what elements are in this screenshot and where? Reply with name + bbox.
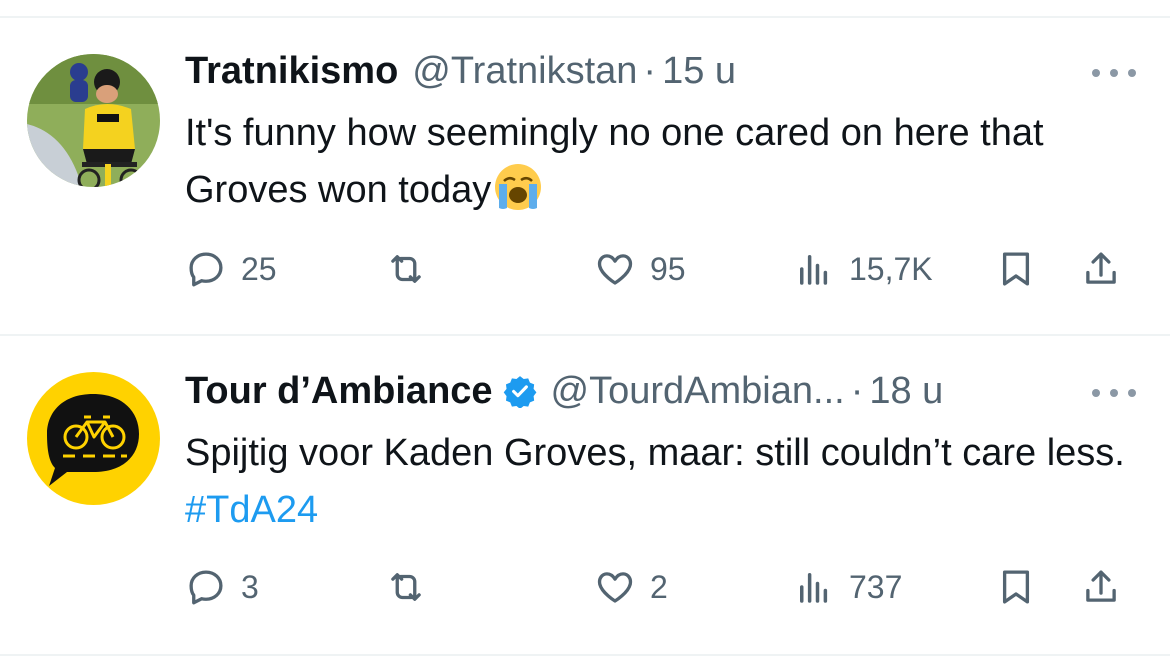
tweet-text-content: It's funny how seemingly no one cared on… — [185, 112, 1044, 211]
avatar-tratnikismo[interactable] — [27, 54, 160, 187]
share-button[interactable] — [1080, 562, 1122, 612]
tour-dambiance-logo — [27, 372, 160, 505]
views-button[interactable]: 15,7K — [793, 244, 933, 294]
bookmark-button[interactable] — [995, 244, 1037, 294]
bookmark-icon — [1002, 252, 1030, 286]
separator-dot: · — [643, 49, 657, 92]
bookmark-icon — [1002, 570, 1030, 604]
more-icon[interactable] — [1092, 378, 1136, 408]
tweet-text-content: Spijtig voor Kaden Groves, maar: still c… — [185, 432, 1125, 474]
bottom-divider — [0, 654, 1170, 656]
view-count: 737 — [849, 568, 903, 605]
timestamp[interactable]: 18 u — [869, 370, 943, 413]
bookmark-button[interactable] — [995, 562, 1037, 612]
reply-icon — [189, 252, 223, 287]
tweet-2[interactable]: Tour d’Ambiance @TourdAmbian... · 18 u S… — [0, 336, 1170, 654]
like-button[interactable]: 95 — [594, 244, 686, 294]
display-name[interactable]: Tratnikismo — [185, 50, 398, 93]
like-icon — [597, 572, 633, 603]
reply-count: 25 — [241, 250, 277, 287]
user-handle[interactable]: @Tratnikstan — [412, 50, 637, 93]
reply-icon — [189, 570, 223, 605]
retweet-button[interactable] — [385, 562, 441, 612]
views-button[interactable]: 737 — [793, 562, 902, 612]
tweet-actions: 25 95 15,7K — [185, 244, 1145, 294]
cyclist-photo — [27, 54, 160, 187]
like-button[interactable]: 2 — [594, 562, 668, 612]
share-button[interactable] — [1080, 244, 1122, 294]
share-icon — [1086, 252, 1116, 284]
retweet-button[interactable] — [385, 244, 441, 294]
loudly-crying-face-icon — [495, 164, 542, 210]
retweet-icon — [391, 573, 421, 601]
tweet-text: It's funny how seemingly no one cared on… — [185, 105, 1145, 219]
verified-badge-icon[interactable] — [503, 374, 537, 408]
tweet-header: Tour d’Ambiance @TourdAmbian... · 18 u — [185, 368, 943, 414]
timestamp[interactable]: 15 u — [662, 50, 736, 93]
tweet-actions: 3 2 737 — [185, 562, 1145, 612]
views-icon — [800, 255, 828, 285]
more-icon[interactable] — [1092, 58, 1136, 88]
like-count: 2 — [650, 568, 668, 605]
hashtag-link[interactable]: #TdA24 — [185, 489, 318, 531]
display-name[interactable]: Tour d’Ambiance — [185, 370, 493, 413]
share-icon — [1086, 570, 1116, 602]
reply-button[interactable]: 3 — [185, 562, 259, 612]
separator-dot: · — [850, 369, 864, 412]
user-handle[interactable]: @TourdAmbian... — [551, 370, 845, 413]
tweet-1[interactable]: Tratnikismo @Tratnikstan · 15 u It's fun… — [0, 18, 1170, 336]
view-count: 15,7K — [849, 250, 933, 287]
avatar-tour-dambiance[interactable] — [27, 372, 160, 505]
like-count: 95 — [650, 250, 686, 287]
like-icon — [597, 254, 633, 285]
reply-button[interactable]: 25 — [185, 244, 277, 294]
tweet-header: Tratnikismo @Tratnikstan · 15 u — [185, 48, 736, 94]
retweet-icon — [391, 255, 421, 283]
reply-count: 3 — [241, 568, 259, 605]
tweet-text: Spijtig voor Kaden Groves, maar: still c… — [185, 425, 1145, 539]
views-icon — [800, 573, 828, 603]
